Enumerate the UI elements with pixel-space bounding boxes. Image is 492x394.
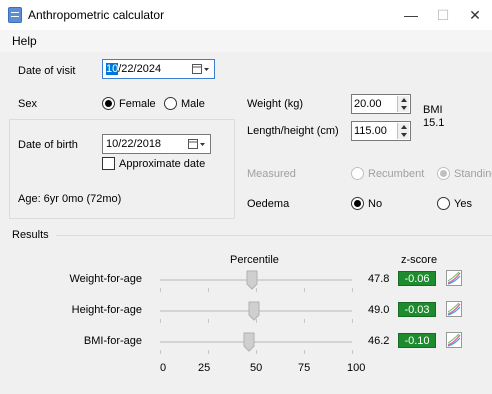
date-of-visit-month-selected: 10 [106, 63, 119, 75]
slider-tick [208, 350, 209, 354]
date-of-birth-value: 10/22/2018 [106, 138, 162, 150]
oedema-yes-radio[interactable] [437, 197, 450, 210]
slider-tick [208, 288, 209, 292]
growth-chart-icon[interactable] [446, 332, 462, 348]
growth-chart-icon[interactable] [446, 270, 462, 286]
result-label: Weight-for-age [69, 273, 142, 285]
slider-tick [352, 288, 353, 292]
bmi-value: 15.1 [423, 117, 445, 129]
weight-input[interactable]: 20.00 [351, 94, 411, 114]
measured-standing-radio[interactable] [437, 167, 450, 180]
bmi-label: BMI [423, 104, 443, 116]
slider-tick [304, 319, 305, 323]
slider-tick [160, 288, 161, 292]
date-of-birth-label: Date of birth [18, 139, 78, 151]
calendar-dropdown-icon[interactable] [188, 138, 206, 150]
measured-recumbent-radio[interactable] [351, 167, 364, 180]
percentile-value: 47.8 [368, 273, 390, 285]
scale-label-0: 0 [160, 362, 167, 374]
slider-tick [304, 288, 305, 292]
scale-label-50: 50 [250, 362, 263, 374]
result-label: BMI-for-age [83, 335, 142, 347]
percentile-slider-track [160, 341, 352, 343]
menu-help[interactable]: Help [12, 34, 37, 48]
oedema-no-label[interactable]: No [368, 198, 382, 210]
measured-standing-label[interactable]: Standing [454, 168, 492, 180]
length-height-label: Length/height (cm) [247, 125, 339, 137]
slider-tick [256, 350, 257, 354]
percentile-value: 46.2 [368, 335, 390, 347]
zscore-value: -0.06 [398, 271, 436, 286]
sex-female-label[interactable]: Female [119, 98, 156, 110]
percentile-header: Percentile [230, 254, 279, 266]
slider-tick [352, 350, 353, 354]
date-of-visit-rest: /22/2024 [118, 63, 162, 75]
slider-tick [160, 350, 161, 354]
results-group-border [56, 235, 492, 236]
percentile-slider-thumb[interactable] [243, 332, 255, 352]
weight-spinner[interactable] [397, 96, 409, 112]
sex-female-radio[interactable] [102, 97, 115, 110]
percentile-slider-thumb[interactable] [246, 270, 258, 290]
weight-label: Weight (kg) [247, 98, 304, 110]
sex-label: Sex [18, 98, 37, 110]
menu-bar [0, 30, 492, 52]
minimize-button[interactable]: — [396, 4, 426, 26]
oedema-yes-label[interactable]: Yes [454, 198, 472, 210]
date-of-visit-label: Date of visit [18, 65, 76, 77]
length-height-value: 115.00 [354, 125, 387, 137]
measured-label: Measured [247, 168, 296, 180]
zscore-value: -0.10 [398, 333, 436, 348]
slider-tick [208, 319, 209, 323]
age-text: Age: 6yr 0mo (72mo) [18, 193, 122, 205]
measured-recumbent-label[interactable]: Recumbent [368, 168, 424, 180]
slider-tick [352, 319, 353, 323]
scale-label-25: 25 [198, 362, 211, 374]
sex-male-radio[interactable] [164, 97, 177, 110]
calendar-dropdown-icon[interactable] [192, 63, 210, 75]
sex-male-label[interactable]: Male [181, 98, 205, 110]
approximate-date-label[interactable]: Approximate date [119, 158, 205, 170]
close-button[interactable]: ✕ [460, 4, 490, 26]
oedema-no-radio[interactable] [351, 197, 364, 210]
result-label: Height-for-age [71, 304, 142, 316]
scale-label-75: 75 [298, 362, 311, 374]
app-icon [8, 7, 22, 23]
date-of-visit-picker[interactable]: 10/22/2024 [102, 59, 215, 79]
window-title: Anthropometric calculator [28, 8, 165, 22]
slider-tick [160, 319, 161, 323]
scale-label-100: 100 [347, 362, 366, 374]
weight-value: 20.00 [354, 98, 382, 110]
percentile-slider-thumb[interactable] [248, 301, 260, 321]
zscore-header: z-score [401, 254, 438, 266]
length-height-input[interactable]: 115.00 [351, 121, 411, 141]
oedema-label: Oedema [247, 198, 290, 210]
zscore-value: -0.03 [398, 302, 436, 317]
date-of-birth-picker[interactable]: 10/22/2018 [102, 134, 211, 154]
growth-chart-icon[interactable] [446, 301, 462, 317]
results-title: Results [12, 229, 49, 241]
length-height-spinner[interactable] [397, 123, 409, 139]
slider-tick [304, 350, 305, 354]
maximize-button[interactable]: ☐ [428, 4, 458, 26]
approximate-date-checkbox[interactable] [102, 157, 115, 170]
percentile-value: 49.0 [368, 304, 390, 316]
